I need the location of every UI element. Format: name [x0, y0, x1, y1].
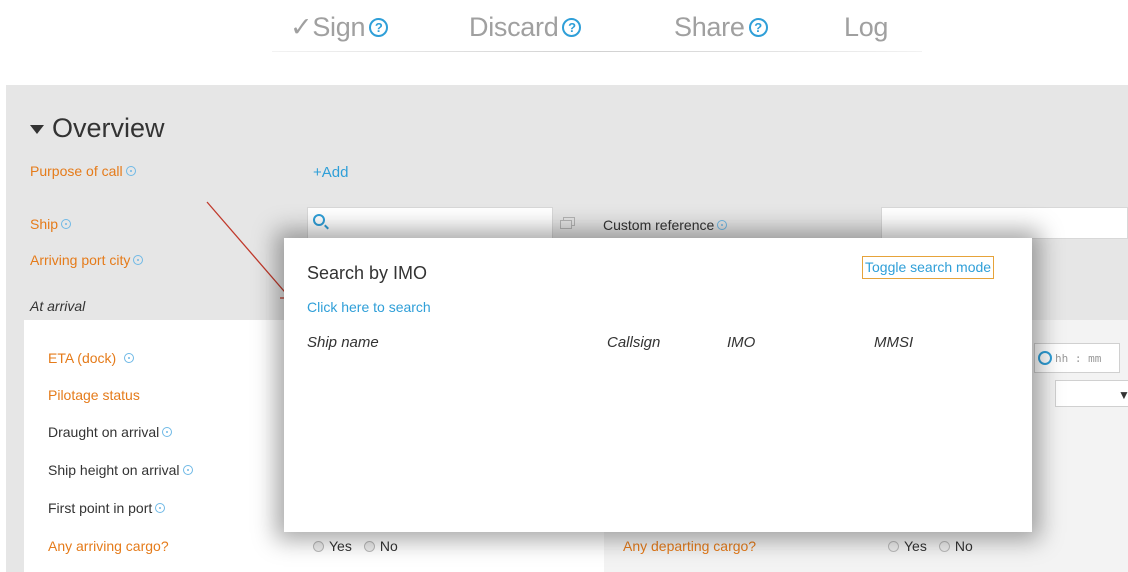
- search-icon: [313, 214, 325, 226]
- yes-text: Yes: [904, 538, 927, 554]
- custom-reference-input[interactable]: [881, 207, 1128, 239]
- eta-dock-label: ETA (dock): [48, 350, 135, 366]
- first-point-in-port-label: First point in port: [48, 500, 166, 516]
- add-purpose-button[interactable]: +Add: [313, 164, 348, 181]
- time-placeholder: hh : mm: [1055, 351, 1102, 365]
- ship-search-input[interactable]: [307, 207, 553, 239]
- help-icon[interactable]: [61, 219, 72, 229]
- column-imo[interactable]: IMO: [727, 334, 755, 351]
- any-departing-cargo-label: Any departing cargo?: [623, 538, 757, 554]
- no-text: No: [379, 538, 398, 554]
- copy-icon[interactable]: [560, 217, 575, 229]
- draught-on-arrival-label: Draught on arrival: [48, 424, 173, 440]
- column-ship-name[interactable]: Ship name: [307, 334, 379, 351]
- purpose-of-call-text: Purpose of call: [30, 163, 123, 179]
- pilotage-status-label: Pilotage status: [48, 387, 140, 403]
- help-icon[interactable]: [717, 220, 728, 230]
- log-button[interactable]: Log: [844, 12, 888, 43]
- column-mmsi[interactable]: MMSI: [874, 334, 913, 351]
- arriving-cargo-no-radio[interactable]: No: [363, 538, 398, 554]
- log-label: Log: [844, 12, 889, 42]
- chevron-down-icon[interactable]: ▼: [1118, 388, 1128, 402]
- departing-cargo-yes-radio[interactable]: Yes: [888, 538, 927, 554]
- ship-height-text: Ship height on arrival: [48, 462, 180, 478]
- arriving-port-city-label: Arriving port city: [30, 252, 144, 268]
- discard-button[interactable]: Discard ?: [469, 12, 582, 43]
- arriving-cargo-radio-group: Yes No: [313, 538, 410, 554]
- annotation-arrow-icon: [206, 201, 291, 299]
- share-help-icon[interactable]: ?: [748, 18, 768, 37]
- radio-circle-icon: [313, 540, 324, 552]
- discard-label: Discard: [469, 12, 559, 42]
- yes-text: Yes: [329, 538, 352, 554]
- section-title: Overview: [52, 113, 165, 143]
- help-icon[interactable]: [133, 255, 144, 265]
- modal-title: Search by IMO: [307, 263, 428, 283]
- ship-label: Ship: [30, 216, 72, 232]
- no-text: No: [954, 538, 973, 554]
- click-to-search-link[interactable]: Click here to search: [307, 299, 431, 315]
- caret-down-icon: [30, 125, 44, 134]
- first-point-text: First point in port: [48, 500, 153, 516]
- eta-dock-text: ETA (dock): [48, 350, 117, 366]
- column-callsign[interactable]: Callsign: [607, 334, 660, 351]
- sign-label: ✓Sign: [290, 12, 366, 42]
- share-button[interactable]: Share ?: [674, 12, 768, 43]
- departing-cargo-no-radio[interactable]: No: [938, 538, 973, 554]
- purpose-of-call-label: Purpose of call: [30, 163, 136, 179]
- help-icon[interactable]: [124, 353, 135, 363]
- share-label: Share: [674, 12, 745, 42]
- action-toolbar: ✓Sign ? Discard ? Share ? Log: [0, 0, 1128, 52]
- overview-section-toggle[interactable]: Overview: [30, 113, 165, 144]
- help-icon[interactable]: [125, 166, 136, 176]
- help-icon[interactable]: [182, 465, 193, 475]
- toggle-search-mode-button[interactable]: Toggle search mode: [862, 256, 995, 279]
- ship-text: Ship: [30, 216, 59, 232]
- custom-reference-label: Custom reference: [603, 217, 728, 233]
- arriving-cargo-yes-radio[interactable]: Yes: [313, 538, 352, 554]
- ship-search-modal: Search by IMO Toggle search mode Click h…: [284, 238, 1032, 532]
- at-arrival-heading: At arrival: [30, 298, 86, 314]
- radio-circle-icon: [938, 540, 950, 552]
- custom-reference-text: Custom reference: [603, 217, 715, 233]
- arriving-port-city-text: Arriving port city: [30, 252, 131, 268]
- ship-height-on-arrival-label: Ship height on arrival: [48, 462, 193, 478]
- clock-icon: [1038, 351, 1052, 365]
- eta-time-input[interactable]: hh : mm: [1034, 343, 1120, 373]
- any-arriving-cargo-label: Any arriving cargo?: [48, 538, 169, 554]
- toolbar-divider: [272, 51, 922, 52]
- help-icon[interactable]: [162, 427, 173, 437]
- sign-help-icon[interactable]: ?: [369, 18, 389, 37]
- help-icon[interactable]: [155, 503, 166, 513]
- draught-text: Draught on arrival: [48, 424, 160, 440]
- discard-help-icon[interactable]: ?: [562, 18, 582, 37]
- sign-button[interactable]: ✓Sign ?: [290, 12, 389, 43]
- radio-circle-icon: [888, 540, 899, 552]
- departing-cargo-radio-group: Yes No: [888, 538, 985, 554]
- radio-circle-icon: [363, 540, 375, 552]
